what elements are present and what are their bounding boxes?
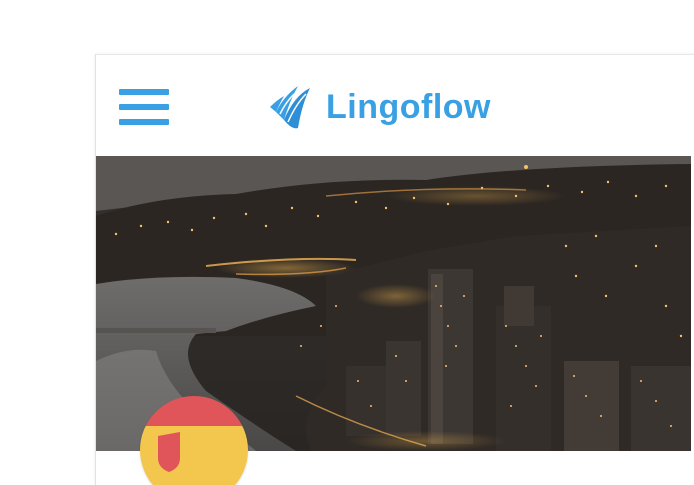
brand-name: Lingoflow xyxy=(326,87,492,126)
app-frame: Lingoflow xyxy=(95,54,694,485)
app-header: Lingoflow xyxy=(96,55,694,156)
brand[interactable]: Lingoflow xyxy=(268,81,491,133)
wave-logo-icon xyxy=(270,86,310,129)
hamburger-menu-button[interactable] xyxy=(119,89,169,125)
